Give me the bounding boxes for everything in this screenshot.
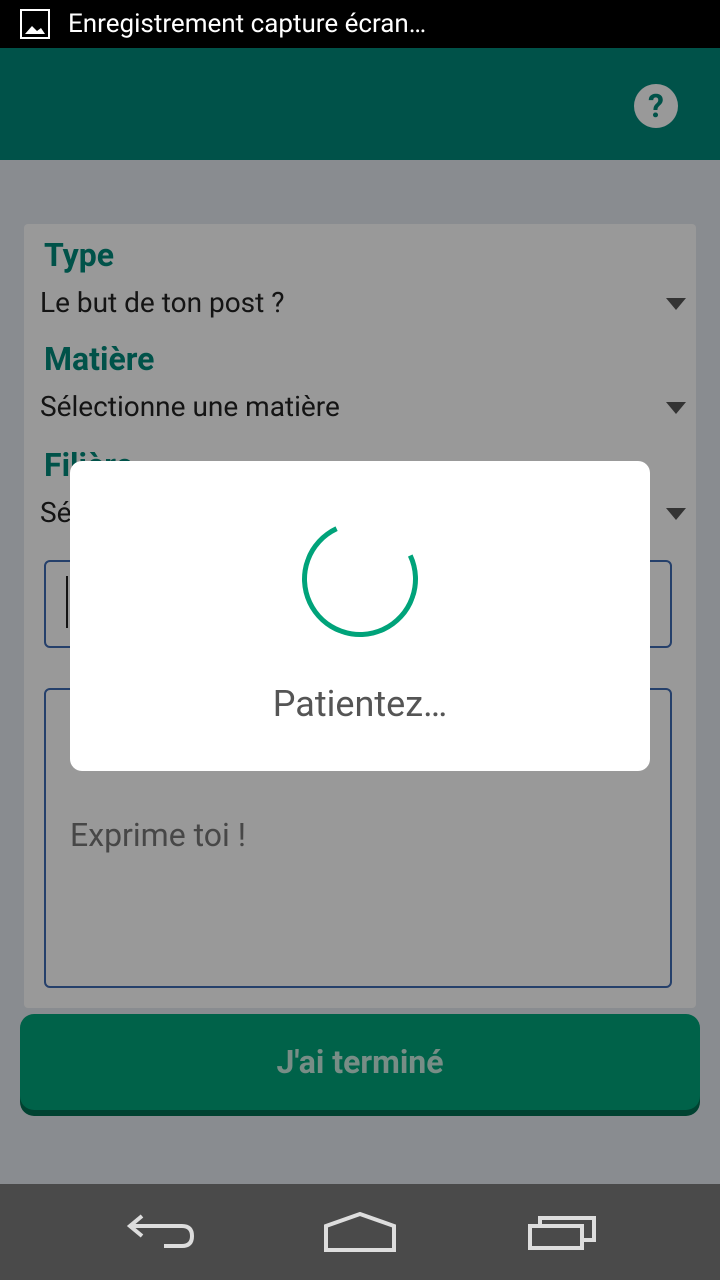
status-bar: Enregistrement capture écran… xyxy=(0,0,720,48)
home-icon[interactable] xyxy=(324,1212,396,1252)
back-icon[interactable] xyxy=(124,1212,196,1252)
loading-spinner xyxy=(285,504,435,654)
navigation-bar xyxy=(0,1184,720,1280)
loading-message: Patientez… xyxy=(272,683,448,725)
image-icon xyxy=(20,9,50,39)
recents-icon[interactable] xyxy=(526,1212,598,1252)
notification-text: Enregistrement capture écran… xyxy=(68,9,427,39)
loading-dialog: Patientez… xyxy=(70,461,650,771)
